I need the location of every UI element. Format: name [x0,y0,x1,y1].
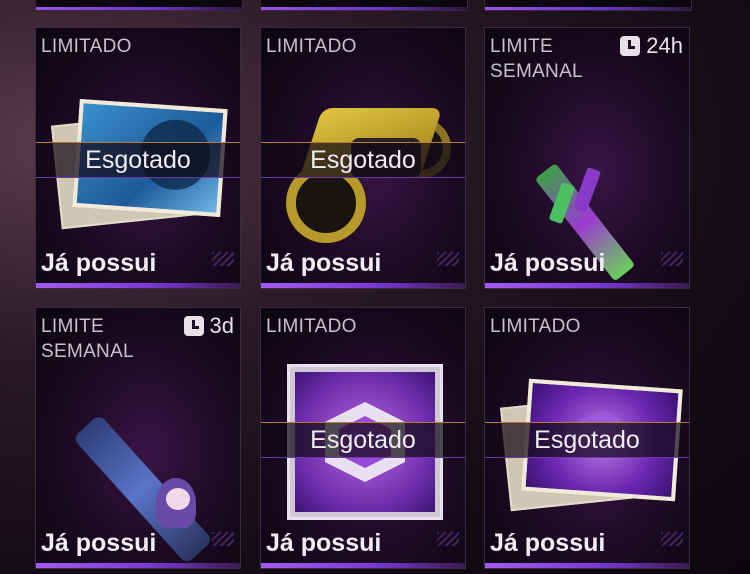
rarity-bar [485,563,689,568]
rarity-bar [261,283,465,288]
prev-row-card-bottom [35,0,243,11]
rarity-bar [261,563,465,568]
rarity-bar [36,283,240,288]
shop-item-card[interactable]: LIMITE SEMANAL 3d Já possui [35,307,241,569]
time-remaining: 24h [620,33,683,59]
clock-icon [183,316,204,336]
item-tag: LIMITADO [266,36,357,57]
owned-label: Já possui [41,529,157,557]
owned-label: Já possui [266,529,382,557]
decor-stripes [661,252,683,266]
timer-text: 24h [646,33,683,58]
sold-out-label: Esgotado [36,142,240,178]
time-remaining: 3d [183,313,234,339]
item-tag: LIMITE SEMANAL [41,316,134,362]
sold-out-label: Esgotado [261,142,465,178]
rarity-bar [36,563,240,568]
owned-label: Já possui [266,249,382,277]
item-tag: LIMITE SEMANAL [490,36,583,82]
shop-item-card[interactable]: LIMITADO Esgotado Já possui [260,307,466,569]
timer-text: 3d [209,313,234,338]
decor-stripes [212,532,234,546]
prev-row-card-bottom [484,0,692,11]
owned-label: Já possui [490,529,606,557]
owned-label: Já possui [41,249,157,277]
decor-stripes [437,252,459,266]
owned-label: Já possui [490,249,606,277]
rarity-bar [485,283,689,288]
decor-stripes [437,532,459,546]
item-tag: LIMITADO [41,36,132,57]
decor-stripes [212,252,234,266]
clock-icon [620,36,641,56]
smg-weapon-art [525,88,675,282]
item-tag: LIMITADO [266,316,357,337]
shop-item-card[interactable]: LIMITE SEMANAL 24h Já possui [484,27,690,289]
shop-item-card[interactable]: LIMITADO Esgotado Já possui [35,27,241,289]
sold-out-label: Esgotado [261,422,465,458]
shop-item-card[interactable]: LIMITADO Esgotado Já possui [484,307,690,569]
item-tag: LIMITADO [490,316,581,337]
sold-out-label: Esgotado [485,422,689,458]
prev-row-card-bottom [260,0,468,11]
rifle-weapon-art [72,368,236,565]
shop-item-card[interactable]: LIMITADO Esgotado Já possui [260,27,466,289]
decor-stripes [661,532,683,546]
